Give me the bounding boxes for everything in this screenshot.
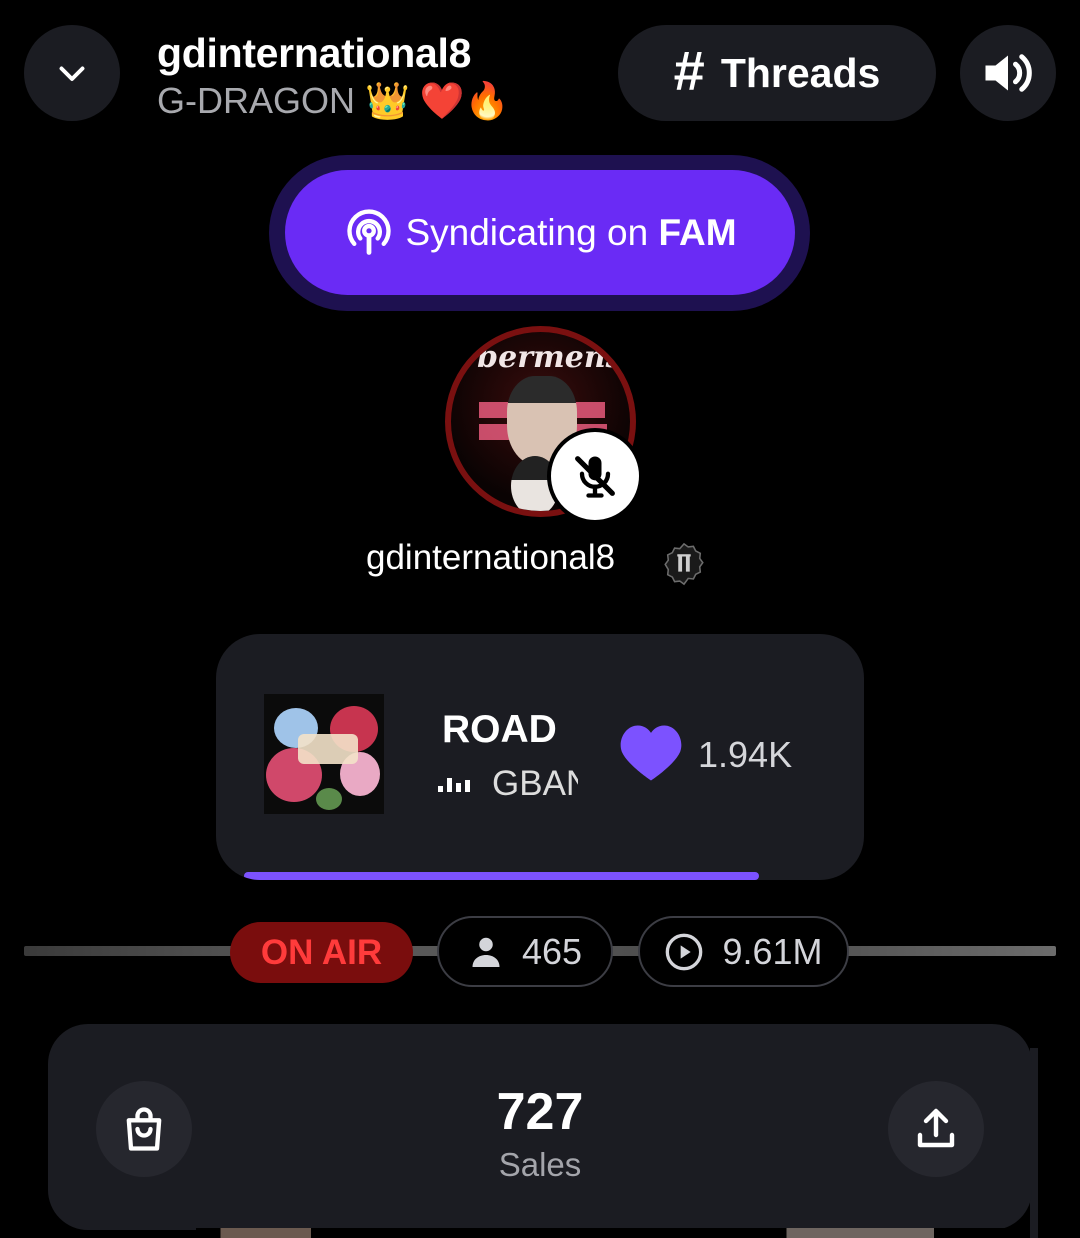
host-name[interactable]: gdinternational8 [366, 538, 615, 578]
heart-icon[interactable] [618, 722, 684, 784]
sales-count: 727 [496, 1083, 584, 1141]
syndicating-button[interactable]: Syndicating on FAM [285, 170, 795, 295]
album-art [264, 694, 384, 814]
speaker-icon [985, 54, 1032, 92]
broadcast-icon [347, 208, 392, 255]
room-subtitle: G-DRAGON 👑 ❤️🔥 [157, 80, 510, 121]
live-room-screen: gdinternational8 G-DRAGON 👑 ❤️🔥 # Thread… [0, 0, 1080, 1238]
sales-label: Sales [498, 1146, 582, 1183]
track-artist: GBAN [438, 764, 578, 804]
video-preview-strip [196, 1228, 1016, 1238]
threads-button[interactable]: # Threads [618, 25, 936, 121]
track-title: ROAD [442, 708, 557, 751]
share-button[interactable] [888, 1081, 984, 1177]
like-count: 1.94K [698, 734, 793, 775]
threads-label: Threads [720, 49, 881, 96]
person-icon [472, 937, 500, 967]
shop-button[interactable] [96, 1081, 192, 1177]
mic-off-icon [575, 456, 615, 498]
collapse-button[interactable] [24, 25, 120, 121]
verified-badge-icon [664, 542, 704, 586]
equalizer-icon [438, 776, 470, 792]
avatar-logo-text: Übermensch [451, 340, 630, 375]
hashtag-icon: # [673, 39, 705, 102]
share-upload-icon [917, 1108, 955, 1148]
artist-name: GBAN [492, 764, 578, 803]
play-circle-icon [666, 933, 703, 970]
playback-progress[interactable] [244, 872, 836, 880]
on-air-badge: ON AIR [230, 922, 413, 983]
play-count-pill[interactable]: 9.61M [638, 916, 849, 987]
mic-muted-indicator [547, 428, 643, 524]
sound-toggle-button[interactable] [960, 25, 1056, 121]
play-count: 9.61M [722, 930, 823, 972]
chevron-down-icon [59, 66, 85, 81]
room-title: gdinternational8 [157, 30, 472, 76]
playback-progress-fill [244, 872, 760, 880]
syndicating-label: Syndicating on FAM [405, 211, 737, 253]
listener-count: 465 [521, 930, 583, 972]
listener-count-pill[interactable]: 465 [437, 916, 613, 987]
now-playing-card[interactable]: ROAD GBAN 1.94K [216, 634, 864, 880]
shopping-bag-icon [126, 1107, 162, 1151]
